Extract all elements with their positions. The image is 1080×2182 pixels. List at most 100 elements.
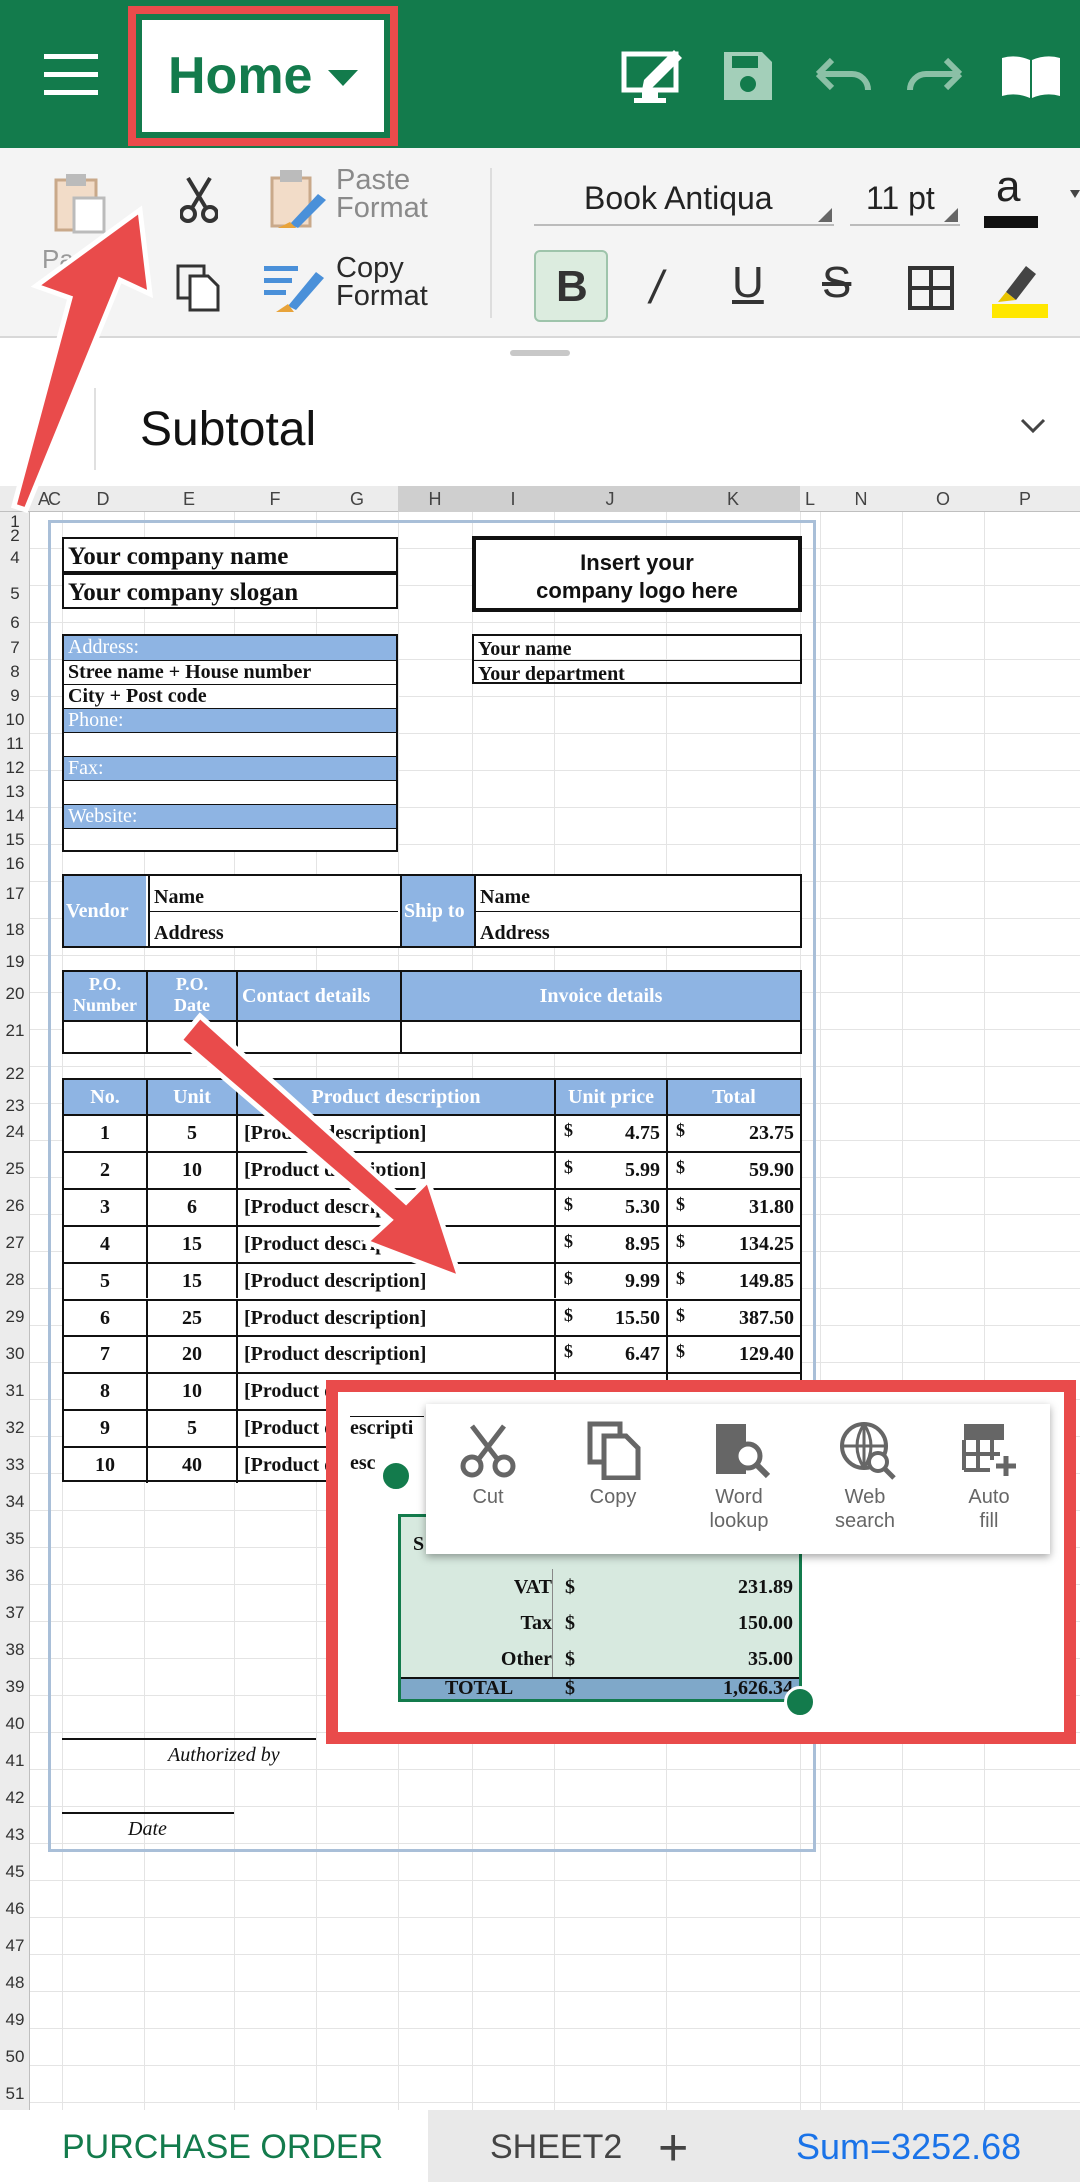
fax-label[interactable]: Fax: [64, 756, 396, 780]
company-slogan-cell[interactable]: Your company slogan [62, 573, 398, 609]
row-header[interactable]: 25 [0, 1159, 30, 1179]
ship-address[interactable]: Address [474, 911, 800, 946]
save-icon[interactable] [722, 50, 774, 102]
row-header[interactable]: 7 [0, 638, 30, 658]
ship-name[interactable]: Name [474, 876, 800, 911]
row-header[interactable]: 36 [0, 1566, 30, 1586]
book-icon[interactable] [1000, 54, 1062, 100]
row-header[interactable]: 18 [0, 920, 30, 940]
item-description[interactable]: [Product description] [236, 1337, 554, 1373]
row-header[interactable]: 38 [0, 1640, 30, 1660]
selection-handle-end[interactable] [784, 1686, 816, 1718]
city-cell[interactable]: City + Post code [64, 684, 396, 708]
row-header[interactable]: 49 [0, 2010, 30, 2030]
ribbon-collapse-handle[interactable] [510, 350, 570, 356]
item-total[interactable]: 149.85 [666, 1263, 800, 1299]
col-k[interactable]: K [666, 486, 800, 512]
cut-menu-item[interactable]: Cut [426, 1404, 550, 1554]
copy-format-icon[interactable] [264, 260, 326, 312]
row-header[interactable]: 13 [0, 782, 30, 802]
po-number-header[interactable]: P.O. Number [64, 972, 146, 1020]
your-department-cell[interactable]: Your department [474, 660, 800, 684]
item-no[interactable]: 8 [64, 1374, 146, 1409]
item-unit[interactable]: 40 [146, 1448, 236, 1483]
item-total[interactable]: 134.25 [666, 1226, 800, 1262]
auto-fill-menu-item[interactable]: Auto fill [928, 1404, 1050, 1554]
undo-icon[interactable] [812, 56, 872, 96]
col-p[interactable]: P [984, 486, 1066, 512]
address-label[interactable]: Address: [64, 636, 396, 660]
item-unit[interactable]: 20 [146, 1337, 236, 1373]
row-header[interactable]: 46 [0, 1899, 30, 1919]
logo-placeholder[interactable]: Insert your company logo here [472, 536, 802, 612]
row-header[interactable]: 41 [0, 1751, 30, 1771]
highlight-color-icon[interactable] [992, 260, 1048, 318]
item-description[interactable]: [Product description] [236, 1300, 554, 1336]
item-no[interactable]: 4 [64, 1227, 146, 1262]
phone-value[interactable] [64, 732, 396, 756]
row-header[interactable]: 21 [0, 1021, 30, 1041]
row-header[interactable]: 39 [0, 1677, 30, 1697]
cut-icon[interactable] [180, 176, 218, 224]
table-row[interactable]: 7 20 [Product description] 6.47 $129.40 $ [64, 1335, 800, 1373]
edit-mode-icon[interactable] [620, 44, 686, 106]
phone-label[interactable]: Phone: [64, 708, 396, 732]
row-header[interactable]: 26 [0, 1196, 30, 1216]
col-h[interactable]: H [398, 486, 472, 512]
col-g[interactable]: G [316, 486, 398, 512]
row-header[interactable]: 34 [0, 1492, 30, 1512]
row-header[interactable]: 17 [0, 884, 30, 904]
font-size-select[interactable]: 11 pt [850, 166, 960, 226]
item-total[interactable]: 387.50 [666, 1300, 800, 1336]
copy-format-button[interactable]: Copy Format [336, 254, 446, 311]
paste-format-icon[interactable] [268, 168, 328, 232]
row-header[interactable]: 22 [0, 1064, 30, 1084]
row-header[interactable]: 28 [0, 1270, 30, 1290]
col-f[interactable]: F [234, 486, 316, 512]
col-j[interactable]: J [554, 486, 666, 512]
item-no[interactable]: 7 [64, 1337, 146, 1372]
item-total[interactable]: 23.75 [666, 1116, 800, 1151]
col-i[interactable]: I [472, 486, 554, 512]
vendor-name[interactable]: Name [148, 876, 398, 911]
row-header[interactable]: 51 [0, 2084, 30, 2104]
vendor-address[interactable]: Address [148, 911, 398, 946]
home-tab-dropdown[interactable]: Home [142, 20, 384, 132]
underline-button[interactable]: U [732, 258, 764, 308]
website-value[interactable] [64, 828, 396, 850]
col-l[interactable]: L [800, 486, 820, 512]
selection-handle-start[interactable] [380, 1460, 412, 1492]
col-o[interactable]: O [902, 486, 984, 512]
row-header[interactable]: 47 [0, 1936, 30, 1956]
item-total[interactable]: 31.80 [666, 1189, 800, 1225]
row-header[interactable]: 29 [0, 1307, 30, 1327]
row-header[interactable]: 35 [0, 1529, 30, 1549]
item-no[interactable]: 5 [64, 1264, 146, 1299]
website-label[interactable]: Website: [64, 804, 396, 828]
paste-format-button[interactable]: Paste Format [336, 166, 446, 223]
row-header[interactable]: 5 [0, 584, 30, 604]
row-header[interactable]: 19 [0, 952, 30, 972]
col-price-header[interactable]: Unit price [554, 1080, 666, 1114]
fax-value[interactable] [64, 780, 396, 804]
row-header[interactable]: 9 [0, 686, 30, 706]
copy-menu-item[interactable]: Copy [550, 1404, 676, 1554]
borders-icon[interactable] [908, 266, 954, 310]
row-header[interactable]: 16 [0, 854, 30, 874]
sheet-tab-purchase-order[interactable]: PURCHASE ORDER [0, 2110, 428, 2182]
web-search-menu-item[interactable]: Web search [802, 1404, 928, 1554]
row-header[interactable]: 50 [0, 2047, 30, 2067]
row-header[interactable]: 4 [0, 548, 30, 568]
item-unit[interactable]: 25 [146, 1300, 236, 1336]
po-number-value[interactable] [146, 1020, 148, 1052]
item-unit[interactable]: 10 [146, 1374, 236, 1410]
font-color-button[interactable]: a [980, 162, 1040, 234]
item-total[interactable]: 59.90 [666, 1152, 800, 1188]
copy-icon[interactable] [174, 262, 224, 312]
col-no-header[interactable]: No. [64, 1080, 146, 1114]
redo-icon[interactable] [906, 56, 966, 96]
dropdown-arrow-icon[interactable] [1070, 190, 1080, 200]
row-header[interactable]: 11 [0, 734, 30, 754]
row-header[interactable]: 6 [0, 613, 30, 633]
row-header[interactable]: 37 [0, 1603, 30, 1623]
